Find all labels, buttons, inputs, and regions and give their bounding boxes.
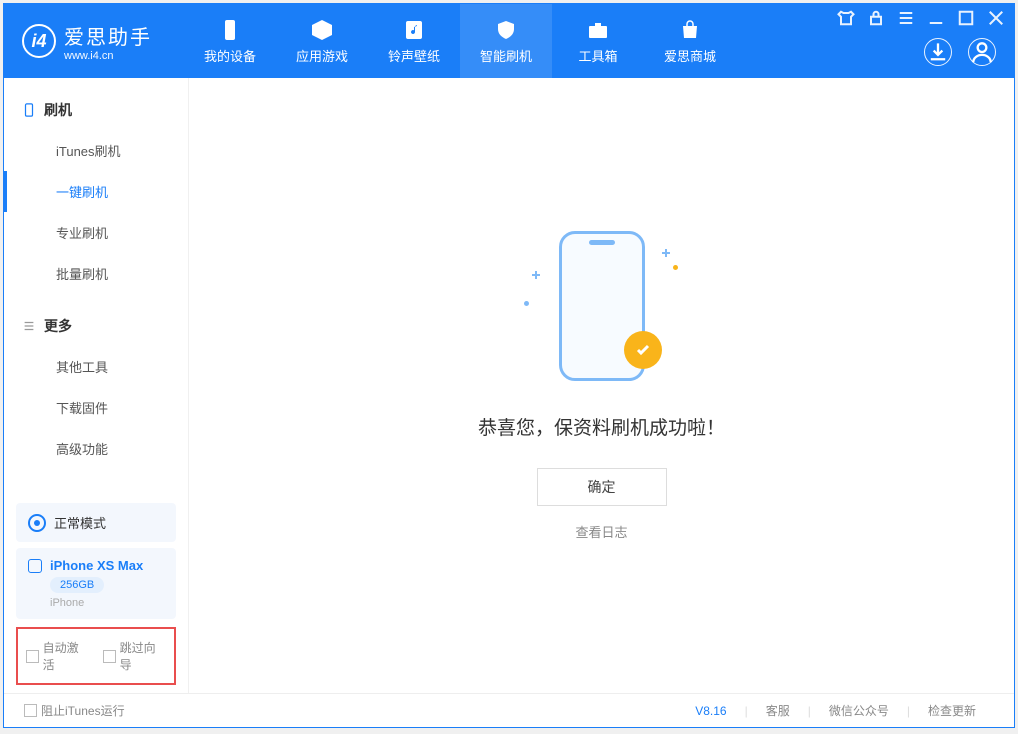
nav-toolbox[interactable]: 工具箱 bbox=[552, 4, 644, 78]
download-icon[interactable] bbox=[924, 38, 952, 66]
menu-icon[interactable] bbox=[896, 8, 916, 28]
check-badge-icon bbox=[624, 331, 662, 369]
toolbox-icon bbox=[586, 18, 610, 42]
update-link[interactable]: 检查更新 bbox=[910, 702, 994, 719]
sidebar-item-advanced[interactable]: 高级功能 bbox=[4, 428, 188, 469]
nav-app-game[interactable]: 应用游戏 bbox=[276, 4, 368, 78]
sparkle-icon bbox=[532, 271, 540, 279]
logo-icon: i4 bbox=[22, 24, 56, 58]
sidebar-head-flash: 刷机 bbox=[4, 96, 188, 130]
shirt-icon[interactable] bbox=[836, 8, 856, 28]
checkbox-skip-guide[interactable]: 跳过向导 bbox=[103, 639, 166, 673]
nav-store[interactable]: 爱思商城 bbox=[644, 4, 736, 78]
checkbox-icon bbox=[26, 650, 39, 663]
checkbox-icon bbox=[24, 704, 37, 717]
device-card[interactable]: iPhone XS Max 256GB iPhone bbox=[16, 548, 176, 619]
app-window: i4 爱思助手 www.i4.cn 我的设备 应用游戏 铃声壁纸 智能刷机 bbox=[3, 3, 1015, 728]
nav-ringtone-wallpaper[interactable]: 铃声壁纸 bbox=[368, 4, 460, 78]
nav-smart-flash[interactable]: 智能刷机 bbox=[460, 4, 552, 78]
sidebar-bottom: 正常模式 iPhone XS Max 256GB iPhone 自动激活 bbox=[4, 497, 188, 693]
top-nav: 我的设备 应用游戏 铃声壁纸 智能刷机 工具箱 爱思商城 bbox=[184, 4, 736, 78]
sidebar: 刷机 iTunes刷机 一键刷机 专业刷机 批量刷机 更多 其他工具 下载固件 … bbox=[4, 78, 189, 693]
header-actions bbox=[924, 38, 996, 66]
minimize-icon[interactable] bbox=[926, 8, 946, 28]
sidebar-head-more: 更多 bbox=[4, 312, 188, 346]
logo[interactable]: i4 爱思助手 www.i4.cn bbox=[4, 21, 172, 62]
sync-icon bbox=[28, 514, 46, 532]
option-row: 自动激活 跳过向导 bbox=[16, 627, 176, 685]
bag-icon bbox=[678, 18, 702, 42]
music-icon bbox=[402, 18, 426, 42]
sidebar-item-download-firmware[interactable]: 下载固件 bbox=[4, 387, 188, 428]
sidebar-item-other-tools[interactable]: 其他工具 bbox=[4, 346, 188, 387]
phone-icon bbox=[218, 18, 242, 42]
sidebar-group-flash: 刷机 iTunes刷机 一键刷机 专业刷机 批量刷机 bbox=[4, 78, 188, 294]
mode-card[interactable]: 正常模式 bbox=[16, 503, 176, 542]
success-message: 恭喜您，保资料刷机成功啦！ bbox=[478, 413, 725, 440]
checkbox-auto-activate[interactable]: 自动激活 bbox=[26, 639, 89, 673]
support-link[interactable]: 客服 bbox=[748, 702, 808, 719]
sparkle-icon bbox=[662, 249, 670, 257]
wechat-link[interactable]: 微信公众号 bbox=[811, 702, 907, 719]
header: i4 爱思助手 www.i4.cn 我的设备 应用游戏 铃声壁纸 智能刷机 bbox=[4, 4, 1014, 78]
body: 刷机 iTunes刷机 一键刷机 专业刷机 批量刷机 更多 其他工具 下载固件 … bbox=[4, 78, 1014, 693]
lock-icon[interactable] bbox=[866, 8, 886, 28]
shield-sync-icon bbox=[494, 18, 518, 42]
checkbox-block-itunes[interactable]: 阻止iTunes运行 bbox=[24, 702, 125, 719]
sidebar-item-batch[interactable]: 批量刷机 bbox=[4, 253, 188, 294]
sidebar-item-itunes[interactable]: iTunes刷机 bbox=[4, 130, 188, 171]
device-phone-icon bbox=[28, 559, 42, 573]
main-content: 恭喜您，保资料刷机成功啦！ 确定 查看日志 bbox=[189, 78, 1014, 693]
nav-my-device[interactable]: 我的设备 bbox=[184, 4, 276, 78]
ok-button[interactable]: 确定 bbox=[537, 468, 667, 506]
window-controls bbox=[836, 8, 1006, 28]
checkbox-icon bbox=[103, 650, 116, 663]
maximize-icon[interactable] bbox=[956, 8, 976, 28]
phone-outline-icon bbox=[22, 103, 36, 117]
app-url: www.i4.cn bbox=[64, 50, 152, 62]
dot-icon bbox=[673, 265, 678, 270]
sidebar-item-onekey[interactable]: 一键刷机 bbox=[4, 171, 188, 212]
sidebar-group-more: 更多 其他工具 下载固件 高级功能 bbox=[4, 294, 188, 469]
view-log-link[interactable]: 查看日志 bbox=[575, 522, 627, 541]
cube-icon bbox=[310, 18, 334, 42]
dot-icon bbox=[524, 301, 529, 306]
user-icon[interactable] bbox=[968, 38, 996, 66]
sidebar-item-pro[interactable]: 专业刷机 bbox=[4, 212, 188, 253]
success-illustration bbox=[532, 231, 672, 391]
app-name: 爱思助手 bbox=[64, 21, 152, 50]
footer: 阻止iTunes运行 V8.16 | 客服 | 微信公众号 | 检查更新 bbox=[4, 693, 1014, 727]
version-label[interactable]: V8.16 bbox=[677, 704, 744, 718]
close-icon[interactable] bbox=[986, 8, 1006, 28]
list-icon bbox=[22, 319, 36, 333]
